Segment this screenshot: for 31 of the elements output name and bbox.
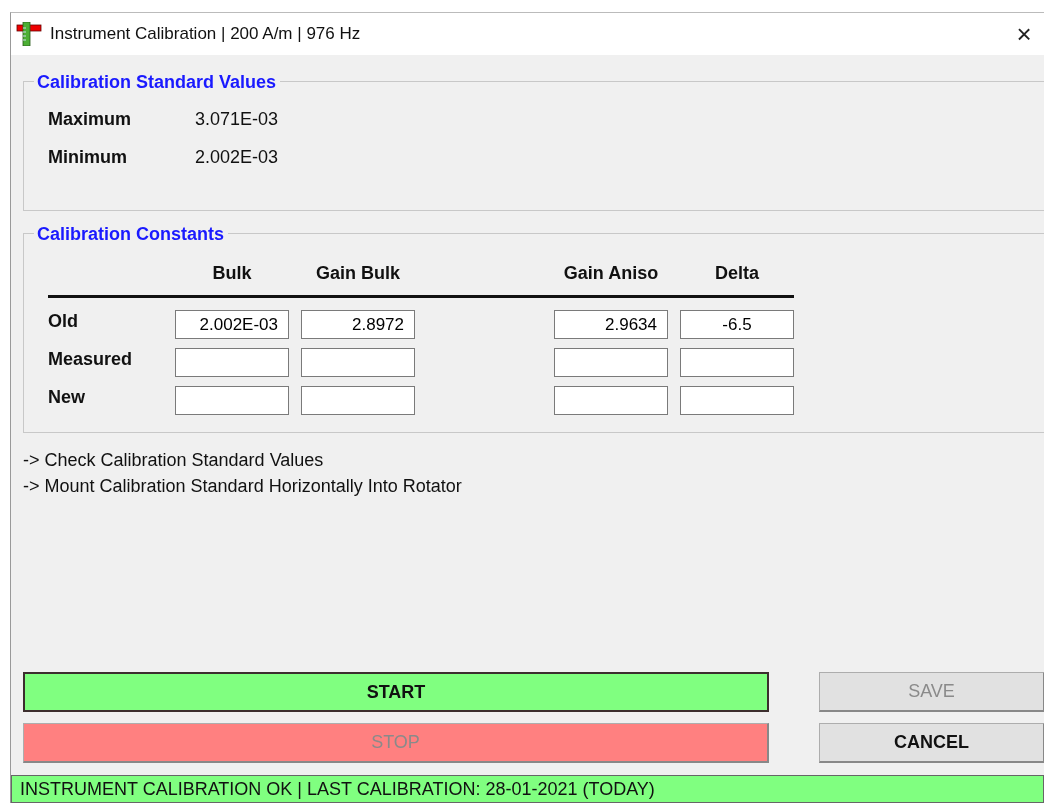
input-field[interactable]: -6.5 bbox=[680, 310, 794, 339]
row-label: Measured bbox=[48, 348, 134, 371]
input-field[interactable]: 2.9634 bbox=[554, 310, 668, 339]
column-header: Gain Aniso bbox=[562, 262, 660, 285]
column-header: Bulk bbox=[211, 262, 253, 285]
input-field[interactable]: 2.002E-03 bbox=[175, 310, 289, 339]
field-label: Maximum bbox=[48, 108, 133, 131]
input-field[interactable] bbox=[301, 348, 415, 377]
action-button[interactable]: START bbox=[23, 672, 769, 712]
field-label: Minimum bbox=[48, 146, 128, 169]
window-title: Instrument Calibration | 200 A/m | 976 Hz bbox=[50, 23, 362, 46]
close-button[interactable]: × bbox=[1004, 21, 1044, 47]
row-label: New bbox=[48, 386, 86, 409]
column-header: Gain Bulk bbox=[315, 262, 401, 285]
input-field[interactable]: 2.8972 bbox=[301, 310, 415, 339]
input-field[interactable] bbox=[680, 386, 794, 415]
field-value: 2.002E-03 bbox=[195, 146, 279, 169]
instruction-text: -> Mount Calibration Standard Horizontally Into Rotator bbox=[23, 475, 463, 498]
input-field[interactable] bbox=[554, 386, 668, 415]
field-value: 3.071E-03 bbox=[195, 108, 279, 131]
status-bar: INSTRUMENT CALIBRATION OK | LAST CALIBRATION: 28-01-2021 (TODAY) bbox=[11, 775, 1044, 803]
action-button[interactable]: CANCEL bbox=[819, 723, 1044, 763]
input-field[interactable] bbox=[554, 348, 668, 377]
input-field[interactable] bbox=[175, 386, 289, 415]
row-label: Old bbox=[48, 310, 79, 333]
input-field[interactable] bbox=[175, 348, 289, 377]
column-header: Delta bbox=[714, 262, 760, 285]
ruler-icon bbox=[16, 22, 42, 46]
instruction-text: -> Check Calibration Standard Values bbox=[23, 449, 325, 472]
input-field[interactable] bbox=[680, 348, 794, 377]
input-field[interactable] bbox=[301, 386, 415, 415]
